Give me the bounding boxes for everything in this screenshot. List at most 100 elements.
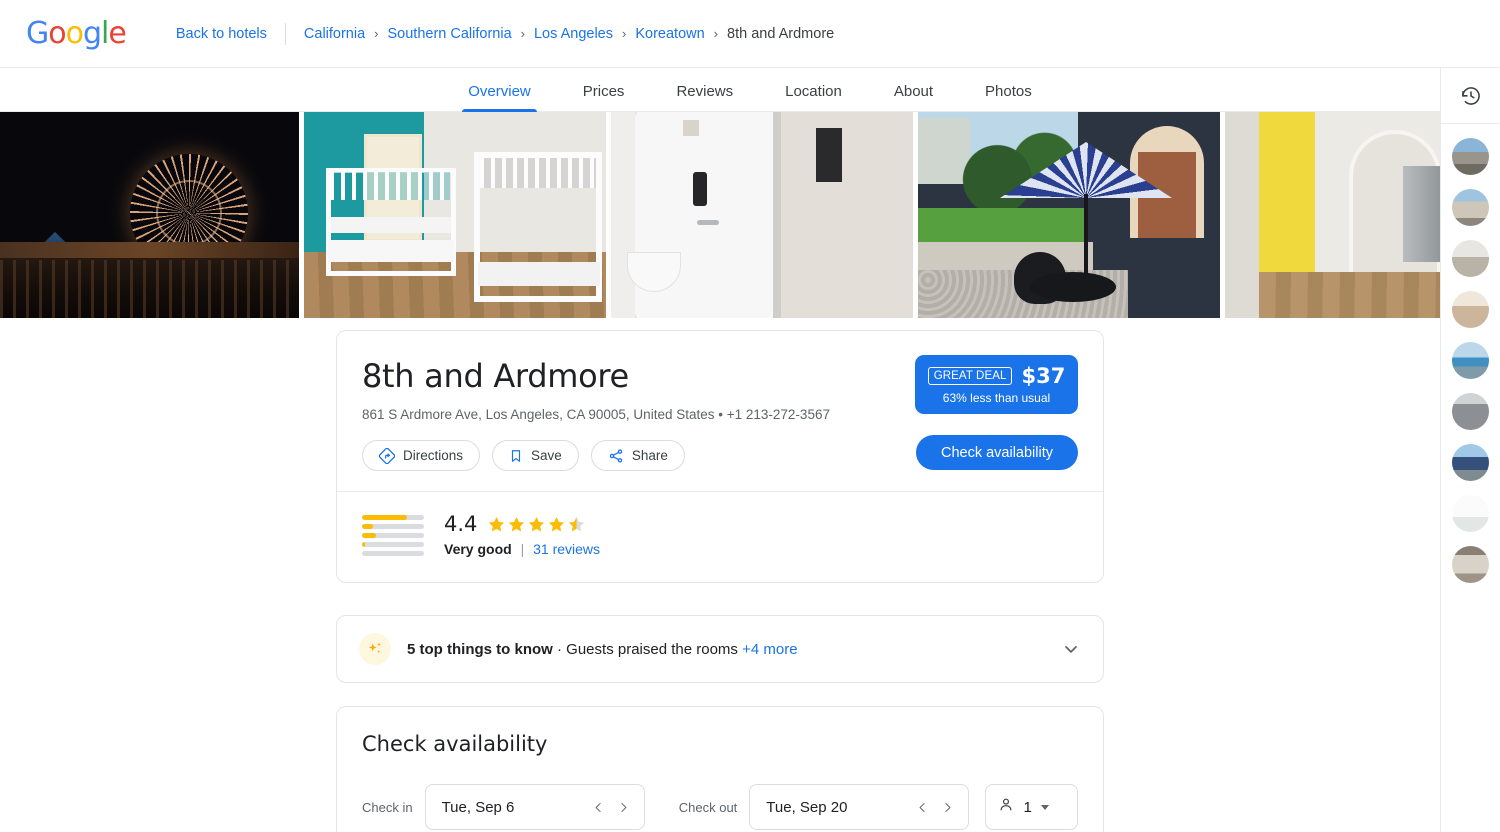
check-in-next-icon[interactable] [615,798,632,817]
reviews-link[interactable]: 31 reviews [533,541,600,557]
top-things-summary: Guests praised the rooms [566,640,738,658]
recent-hotel-thumb-9[interactable] [1452,546,1489,583]
check-in-prev-icon[interactable] [590,798,607,817]
photo-yellow-hallway-kitchen[interactable] [1225,112,1440,318]
recent-hotel-thumb-8[interactable] [1452,495,1489,532]
deal-tag-label: GREAT DEAL [927,367,1013,385]
histogram-bar-4 [362,524,424,529]
check-out-prev-icon[interactable] [914,798,931,817]
check-availability-body: Check availability Check in Tue, Sep 6 C… [337,707,1103,832]
refrigerator-shape [1403,166,1440,262]
breadcrumb-southern-california[interactable]: Southern California [388,26,512,42]
directions-label: Directions [403,448,464,463]
recent-hotel-thumb-7[interactable] [1452,444,1489,481]
right-wall-shape [781,112,913,318]
tab-overview[interactable]: Overview [442,83,557,112]
hotel-summary-card: 8th and Ardmore 861 S Ardmore Ave, Los A… [336,330,1104,583]
check-availability-button[interactable]: Check availability [915,435,1078,470]
chevron-down-icon[interactable] [1040,804,1049,810]
star-full-icon [549,516,565,531]
histogram-bar-fill [362,542,366,547]
breadcrumb-separator-icon: › [520,26,525,41]
google-logo[interactable]: Google [26,16,127,51]
recent-hotel-thumb-1[interactable] [1452,138,1489,175]
top-things-row[interactable]: 5 top things to know · Guests praised th… [337,616,1103,682]
check-in-arrows [590,798,632,817]
mattress-right-shape [478,262,600,286]
tab-location[interactable]: Location [759,83,868,111]
check-out-label: Check out [678,799,738,815]
recent-hotel-thumb-6[interactable] [1452,393,1489,430]
hotel-address: 861 S Ardmore Ave, Los Angeles, CA 90005… [362,407,715,422]
breadcrumb-separator-icon: › [622,26,627,41]
shower-door-shape [773,112,781,318]
star-full-icon [529,516,545,531]
hotel-detail-page: Google Back to hotels California › South… [0,0,1500,832]
deal-subtitle: 63% less than usual [942,391,1051,405]
photo-teal-bunk-room[interactable] [304,112,606,318]
histogram-bar-fill [362,524,373,529]
back-to-hotels-link[interactable]: Back to hotels [176,26,267,42]
wall-sign-shape [816,128,842,182]
histogram-bar-3 [362,533,424,538]
breadcrumb-koreatown[interactable]: Koreatown [635,26,704,42]
patio-table-shape [1030,272,1116,302]
door-handle-shape [697,220,719,225]
light-switch-shape [683,120,699,136]
tab-about[interactable]: About [868,83,959,111]
history-clock-icon[interactable] [1440,68,1500,124]
directions-icon [379,447,395,464]
breadcrumb-current: 8th and Ardmore [727,25,835,42]
top-things-title: 5 top things to know [407,640,553,658]
guests-selector[interactable]: 1 [985,784,1078,830]
share-label: Share [631,448,668,463]
chevron-down-icon[interactable] [1061,639,1081,659]
breadcrumb-separator-icon: › [713,26,719,41]
bookmark-icon [509,448,523,464]
address-separator: • [718,407,723,422]
bunk-rail-left-shape [330,172,450,200]
person-icon [998,796,1014,818]
check-in-field[interactable]: Tue, Sep 6 [424,784,645,830]
top-header-bar: Google Back to hotels California › South… [0,0,1500,68]
tab-reviews[interactable]: Reviews [650,83,759,111]
photo-marble-bathroom[interactable] [611,112,913,318]
top-things-more-link[interactable]: +4 more [742,641,797,658]
breadcrumb-california[interactable]: California [304,26,365,42]
main-content: 8th and Ardmore 861 S Ardmore Ave, Los A… [0,330,1440,832]
check-in-value: Tue, Sep 6 [441,798,515,816]
mattress-left-shape [328,240,454,262]
deal-price: $37 [1021,364,1066,388]
hotel-summary-body: 8th and Ardmore 861 S Ardmore Ave, Los A… [337,331,1103,491]
tab-photos[interactable]: Photos [959,83,1058,111]
star-full-icon [509,516,525,531]
histogram-bar-5 [362,515,424,520]
recent-hotel-thumb-3[interactable] [1452,240,1489,277]
rating-score: 4.4 [444,512,478,536]
share-button[interactable]: Share [590,440,685,471]
recent-hotel-thumb-4[interactable] [1452,291,1489,328]
recently-viewed-list [1452,124,1489,583]
save-button[interactable]: Save [492,440,579,471]
recent-hotel-thumb-5[interactable] [1452,342,1489,379]
top-things-to-know-card[interactable]: 5 top things to know · Guests praised th… [336,615,1104,683]
top-things-middot: · [557,640,562,658]
star-full-icon [489,516,505,531]
rating-quality-label: Very good [444,541,512,557]
hall-floor-shape [1259,272,1440,318]
photo-night-pier-ferris-wheel[interactable] [0,112,299,318]
share-icon [608,448,624,464]
rating-summary-row: Very good | 31 reviews [444,541,600,557]
photo-patio-umbrella[interactable] [918,112,1220,318]
breadcrumb-los-angeles[interactable]: Los Angeles [534,26,613,42]
date-selection-row: Check in Tue, Sep 6 Check out Tue, Sep 2… [362,784,1078,830]
bunk-rail-right-shape [480,158,596,188]
tab-prices[interactable]: Prices [557,83,651,111]
yellow-wall-shape [1259,112,1315,288]
great-deal-badge: GREAT DEAL $37 63% less than usual [915,355,1078,414]
check-out-field[interactable]: Tue, Sep 20 [749,784,970,830]
directions-button[interactable]: Directions [362,440,481,471]
check-out-next-icon[interactable] [939,798,956,817]
recent-hotel-thumb-2[interactable] [1452,189,1489,226]
star-half-icon [569,516,585,531]
